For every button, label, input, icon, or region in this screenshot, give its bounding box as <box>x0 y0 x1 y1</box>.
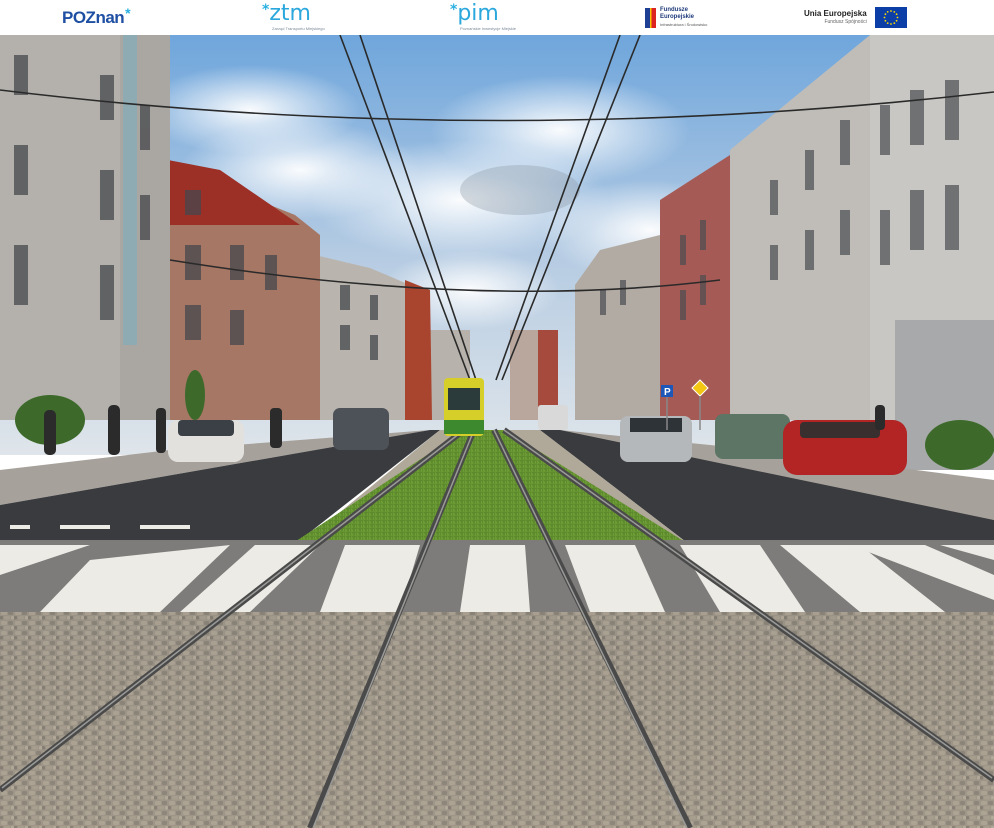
unia-europejska-logo: Unia Europejska Fundusz Spójności <box>804 0 907 35</box>
ztm-subtitle: Zarząd Transportu Miejskiego <box>272 25 325 31</box>
ztm-logo: *ztm Zarząd Transportu Miejskiego <box>262 0 325 35</box>
star-icon: * <box>262 1 270 18</box>
fe-line-1: Fundusze <box>660 7 688 13</box>
ue-line-1: Unia Europejska <box>804 8 867 18</box>
fe-line-2: Europejskie <box>660 14 695 20</box>
star-icon: * <box>125 4 131 21</box>
ztm-logo-text: ztm <box>269 0 311 26</box>
star-icon: * <box>450 1 458 18</box>
pim-logo-text: pim <box>457 0 499 26</box>
pim-subtitle: Poznańskie Inwestycje Miejskie <box>460 25 517 31</box>
tram <box>444 378 484 436</box>
parking-sign-text: P <box>664 387 671 398</box>
fundusze-europejskie-logo: Fundusze Europejskie Infrastruktura i Śr… <box>645 0 707 35</box>
ue-line-2: Fundusz Spójności <box>824 18 867 25</box>
logo-header: POZnan * *ztm Zarząd Transportu Miejskieg… <box>0 0 994 35</box>
pim-logo: *pim Poznańskie Inwestycje Miejskie <box>450 0 516 35</box>
fe-line-3: Infrastruktura i Środowisko <box>660 22 708 27</box>
eu-flag-icon <box>874 7 907 28</box>
street-visualization: P <box>0 35 994 828</box>
fe-flag-icon <box>645 7 656 28</box>
poznan-logo: POZnan * <box>62 0 131 35</box>
poznan-logo-text: POZnan <box>62 7 125 27</box>
